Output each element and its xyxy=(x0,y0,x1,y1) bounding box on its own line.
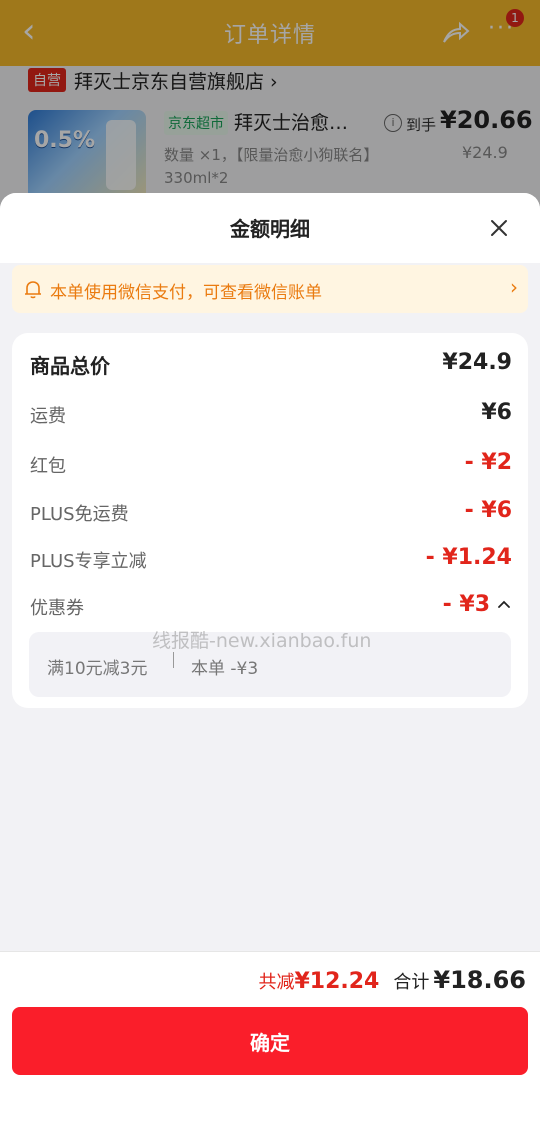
row-label: PLUS免运费 xyxy=(30,504,129,525)
row-value: - ¥3 xyxy=(442,592,490,617)
bell-icon xyxy=(25,281,41,299)
row-value: ¥24.9 xyxy=(442,350,512,375)
row-label: 优惠券 xyxy=(30,598,84,619)
discount-value: ¥12.24 xyxy=(294,969,380,994)
row-shipping: 运费 ¥6 xyxy=(30,400,512,430)
row-label: 运费 xyxy=(30,406,66,427)
row-red-packet: 红包 - ¥2 xyxy=(30,450,512,480)
row-label: 商品总价 xyxy=(30,354,110,378)
watermark: 线报酷-new.xianbao.fun xyxy=(152,630,372,652)
row-label: 红包 xyxy=(30,456,66,477)
row-value: - ¥1.24 xyxy=(425,545,512,570)
sheet-title: 金额明细 xyxy=(230,217,310,241)
coupon-condition: 满10元减3元 xyxy=(47,659,148,679)
row-total-price: 商品总价 ¥24.9 xyxy=(30,350,512,380)
notice-text: 本单使用微信支付，可查看微信账单 xyxy=(50,283,322,303)
close-icon[interactable] xyxy=(486,215,512,241)
amount-detail-sheet: 金额明细 本单使用微信支付，可查看微信账单 › 商品总价 ¥24.9 运费 ¥6… xyxy=(0,193,540,1129)
row-coupon[interactable]: 优惠券 - ¥3 xyxy=(30,592,512,622)
discount-label: 共减 xyxy=(258,972,295,993)
row-plus-free-shipping: PLUS免运费 - ¥6 xyxy=(30,498,512,528)
divider xyxy=(173,652,174,668)
row-plus-discount: PLUS专享立减 - ¥1.24 xyxy=(30,545,512,575)
row-value: ¥6 xyxy=(481,400,512,425)
total-label: 合计 xyxy=(393,972,430,993)
footer-bar: 共减 ¥12.24 合计 ¥18.66 确定 xyxy=(0,951,540,1129)
total-value: ¥18.66 xyxy=(433,966,526,994)
coupon-applied: 本单 -¥3 xyxy=(191,659,259,679)
amount-card: 商品总价 ¥24.9 运费 ¥6 红包 - ¥2 PLUS免运费 - ¥6 PL… xyxy=(12,333,528,708)
confirm-button[interactable]: 确定 xyxy=(12,1007,528,1075)
wechat-pay-notice[interactable]: 本单使用微信支付，可查看微信账单 › xyxy=(12,265,528,313)
row-value: - ¥6 xyxy=(464,498,512,523)
price-summary: 共减 ¥12.24 合计 ¥18.66 xyxy=(258,966,526,996)
row-label: PLUS专享立减 xyxy=(30,551,147,572)
chevron-up-icon[interactable] xyxy=(496,596,512,612)
sheet-header: 金额明细 xyxy=(0,193,540,263)
chevron-right-icon: › xyxy=(510,275,518,299)
row-value: - ¥2 xyxy=(464,450,512,475)
